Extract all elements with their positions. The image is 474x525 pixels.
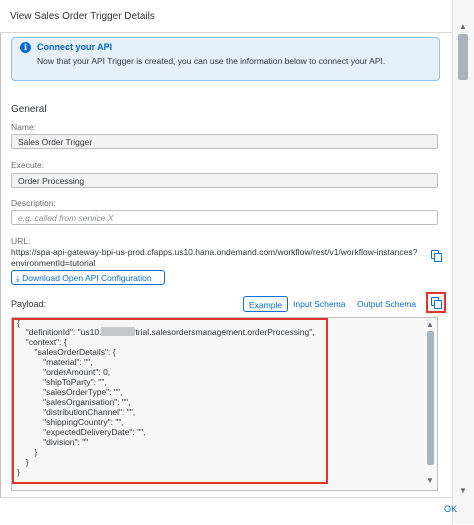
download-button-label: Download Open API Configuration [22, 273, 152, 283]
code-line: } [17, 467, 20, 477]
code-definition-prefix: "definitionId": "us10. [21, 327, 102, 337]
name-field: Sales Order Trigger [11, 134, 438, 149]
code-line: "definitionId": "us10. trial.salesordersm… [21, 327, 315, 337]
scroll-down-icon[interactable]: ▼ [424, 476, 436, 486]
code-line: "division": "" [29, 437, 89, 447]
payload-label: Payload: [11, 299, 47, 309]
code-line: "salesOrderType": "", [29, 387, 123, 397]
scroll-up-icon[interactable]: ▲ [455, 22, 471, 32]
download-api-config-button[interactable]: ⤓ Download Open API Configuration [11, 270, 165, 285]
dialog-header: View Sales Order Trigger Details [0, 0, 452, 33]
execute-field: Order Processing [11, 173, 438, 188]
tab-output-schema[interactable]: Output Schema [357, 296, 416, 312]
redacted-block [101, 327, 136, 336]
scroll-up-icon[interactable]: ▲ [424, 320, 436, 330]
code-line: "expectedDeliveryDate": "", [29, 427, 146, 437]
info-text: Now that your API Trigger is created, yo… [37, 56, 386, 66]
dialog-title: View Sales Order Trigger Details [10, 11, 155, 22]
description-input[interactable]: e.g. called from service X [11, 210, 438, 225]
ok-button[interactable]: OK [444, 504, 457, 514]
code-line: "shippingCountry": "", [29, 417, 124, 427]
code-line: "orderAmount": 0, [29, 367, 111, 377]
code-line: "distributionChannel": "", [29, 407, 136, 417]
code-line: "shipToParty": "", [29, 377, 107, 387]
tab-example[interactable]: Example [243, 296, 289, 312]
copy-icon[interactable] [431, 250, 442, 262]
info-icon: i [20, 42, 31, 53]
scroll-down-icon[interactable]: ▼ [455, 486, 471, 496]
dialog-footer [0, 497, 452, 525]
execute-label: Execute: [11, 160, 45, 170]
code-line: "material": "", [29, 357, 93, 367]
info-title: Connect your API [37, 42, 113, 52]
code-definition-suffix: trial.salesordersmanagement.orderProcess… [135, 327, 315, 337]
tab-input-schema[interactable]: Input Schema [293, 296, 345, 312]
code-line: { [17, 318, 20, 328]
code-line: "context": { [21, 337, 67, 347]
code-line: } [25, 447, 38, 457]
description-label: Description: [11, 198, 56, 208]
payload-scroll-thumb[interactable] [427, 331, 434, 465]
name-label: Name: [11, 122, 37, 132]
dialog-scroll-thumb[interactable] [458, 34, 468, 80]
code-line: "salesOrderDetails": { [25, 347, 116, 357]
code-line: } [21, 457, 29, 467]
copy-icon[interactable] [431, 297, 442, 309]
section-title-general: General [11, 104, 47, 115]
code-line: "salesOrganisation": "", [29, 397, 131, 407]
url-value: https://spa-api-gateway-bpi-us-prod.cfap… [11, 247, 418, 268]
url-label: URL: [11, 236, 31, 246]
